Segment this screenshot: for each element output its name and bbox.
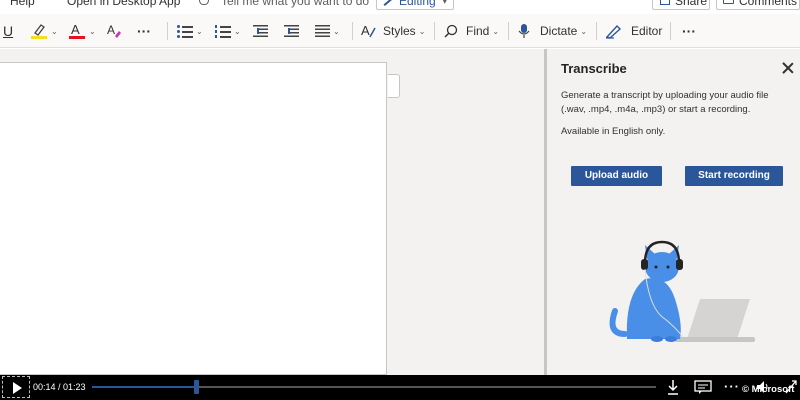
chevron-down-icon: ⌄ [418,26,426,36]
styles-button[interactable]: A Styles ⌄ [361,14,425,48]
pencil-icon [383,0,393,6]
font-color-swatch [69,36,85,39]
ribbon-toolbar: U ⌄ A ⌄ A ··· ⌄ ⌄ ⌄ A Styles ⌄ Find ⌄ Di… [0,14,800,48]
dictate-button[interactable]: Dictate ⌄ [518,14,587,48]
upload-audio-button[interactable]: Upload audio [571,166,662,186]
numbered-list-icon [215,25,231,38]
comment-icon [723,0,734,4]
seek-progress [92,386,196,388]
bullets-button[interactable]: ⌄ [177,14,203,48]
lightbulb-icon [199,0,209,5]
close-icon[interactable] [781,61,795,75]
chevron-down-icon: ⌄ [580,26,588,36]
share-icon [660,0,670,5]
editing-label: Editing [399,0,436,8]
svg-text:A: A [361,23,370,38]
open-in-desktop-app-link[interactable]: Open in Desktop App [67,0,180,10]
font-color-button[interactable]: A ⌄ [68,14,96,48]
align-left-icon [315,25,330,37]
highlight-color-swatch [31,36,47,39]
captions-icon[interactable] [694,379,712,395]
align-button[interactable]: ⌄ [315,14,340,48]
editor-pen-icon [605,24,622,39]
pane-title: Transcribe [561,61,627,76]
chevron-down-icon[interactable]: ⌄ [333,27,340,36]
video-player-bar: 00:14 / 01:23 ··· © Microsoft [0,375,800,400]
more-options-button[interactable]: ··· [682,14,696,48]
find-button[interactable]: Find ⌄ [444,14,499,48]
chevron-down-icon[interactable]: ⌄ [234,27,241,36]
transcribe-pane: Transcribe Generate a transcript by uplo… [544,49,800,375]
increase-indent-icon [284,25,299,37]
comments-button[interactable]: Comments [716,0,800,10]
language-note: Available in English only. [561,126,666,137]
find-label: Find [466,24,490,38]
more-font-options-button[interactable]: ··· [137,14,151,48]
increase-indent-button[interactable] [284,14,299,48]
copyright-watermark: © Microsoft [742,384,795,395]
microphone-icon [518,24,530,38]
chevron-down-icon: ⌄ [492,26,500,36]
playback-time: 00:14 / 01:23 [33,382,86,392]
svg-text:A: A [107,23,115,37]
styles-icon: A [361,23,376,38]
tell-me-search[interactable]: Tell me what you want to do [221,0,369,10]
comments-label: Comments [739,0,798,8]
start-recording-button[interactable]: Start recording [685,166,783,186]
more-options-icon[interactable]: ··· [724,379,740,395]
styles-label: Styles [383,24,416,38]
underline-button[interactable]: U [3,14,13,48]
seek-handle[interactable] [193,380,199,394]
seek-bar[interactable] [92,380,656,394]
menu-help[interactable]: Help [10,0,35,10]
chevron-down-icon[interactable]: ⌄ [89,27,96,36]
highlighter-icon [31,24,47,39]
play-icon [13,382,22,394]
divider [596,22,597,40]
divider [167,22,168,40]
divider [434,22,435,40]
pane-description: Generate a transcript by uploading your … [561,90,769,115]
editing-mode-button[interactable]: Editing ▾ [376,0,454,10]
play-button[interactable] [2,376,30,398]
cat-with-headphones-illustration [609,240,755,342]
decrease-indent-button[interactable] [253,14,268,48]
font-color-icon: A [69,22,85,39]
dictate-label: Dictate [540,24,578,38]
download-icon[interactable] [666,379,680,395]
page-edge-tab [388,74,400,98]
clear-formatting-button[interactable]: A [106,14,122,48]
search-icon [444,24,458,38]
share-button[interactable]: Share [652,0,710,10]
divider [352,22,353,40]
decrease-indent-icon [253,25,268,37]
highlight-color-button[interactable]: ⌄ [30,14,58,48]
bullet-list-icon [177,25,193,38]
chevron-down-icon[interactable]: ⌄ [51,27,58,36]
numbering-button[interactable]: ⌄ [215,14,241,48]
editor-button[interactable]: Editor [605,14,662,48]
divider [670,22,671,40]
divider [508,22,509,40]
editor-label: Editor [631,24,663,38]
svg-text:A: A [71,22,80,37]
document-page[interactable] [0,62,387,375]
clear-formatting-icon: A [107,23,121,38]
chevron-down-icon[interactable]: ⌄ [196,27,203,36]
share-label: Share [675,0,708,8]
chevron-down-icon: ▾ [442,0,447,6]
